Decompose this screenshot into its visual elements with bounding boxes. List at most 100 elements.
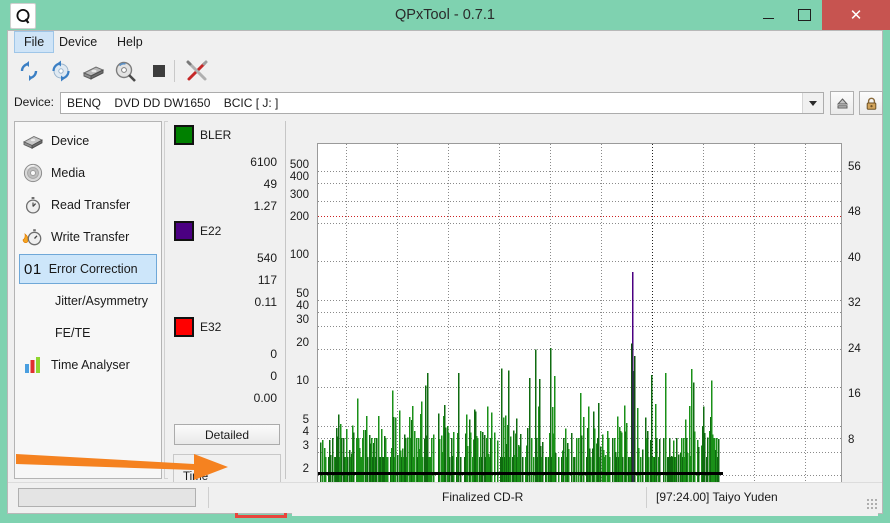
disc-scan-button[interactable] (110, 56, 140, 86)
y-tick-left-3: 3 (302, 440, 309, 452)
sidebar-item-device[interactable]: Device (19, 126, 157, 156)
error-bars-plot (320, 272, 720, 490)
legend-swatch-e22 (174, 221, 194, 241)
bler-rate-value: 1.27 (253, 199, 277, 213)
y-tick-right-48: 48 (848, 206, 861, 218)
y-tick-left-5: 5 (302, 414, 309, 426)
sidebar-item-label: Time Analyser (51, 358, 130, 372)
lock-icon (866, 97, 876, 110)
status-separator-2 (646, 487, 647, 508)
minimize-icon (762, 17, 774, 19)
client-area: File Device Help Device: BENQ DVD DD DW1… (7, 30, 883, 518)
sidebar-item-label: Jitter/Asymmetry (55, 294, 149, 308)
toolbar-separator (174, 60, 175, 82)
menu-file[interactable]: File (14, 31, 55, 53)
menu-help[interactable]: Help (108, 31, 152, 53)
device-select[interactable]: BENQ DVD DD DW1650 BCIC [ J: ] (60, 92, 824, 114)
y-tick-left-4: 4 (302, 426, 309, 438)
tools-icon (186, 60, 208, 81)
maximize-button[interactable] (786, 0, 822, 30)
stop-icon (153, 65, 165, 77)
e22-rate-value: 0.11 (254, 295, 277, 309)
sidebar-item-time-analyser[interactable]: Time Analyser (19, 350, 157, 380)
menu-device[interactable]: Device (50, 31, 106, 53)
stop-button[interactable] (144, 56, 174, 86)
detailed-button[interactable]: Detailed (174, 424, 280, 445)
device-dropdown-button[interactable] (802, 93, 823, 113)
bler-avg-value: 49 (263, 177, 277, 191)
sidebar-item-jitter-asymmetry[interactable]: Jitter/Asymmetry (19, 286, 157, 316)
y-tick-right-32: 32 (848, 297, 861, 309)
eject-icon (836, 97, 848, 109)
y-tick-left-20: 20 (296, 337, 309, 349)
y-tick-left-100: 100 (289, 249, 309, 261)
drive-icon (19, 129, 47, 153)
refresh-button[interactable] (14, 56, 44, 86)
sidebar-item-write-transfer[interactable]: Write Transfer (19, 222, 157, 252)
sidebar-item-media[interactable]: Media (19, 158, 157, 188)
y-tick-left-200: 200 (289, 211, 309, 223)
sidebar: Device Media Read Transfer Write Transfe… (14, 121, 162, 479)
sidebar-item-fe-te[interactable]: FE/TE (19, 318, 157, 348)
sidebar-item-label: Write Transfer (51, 230, 130, 244)
zero-one-icon: 01 (24, 260, 42, 278)
disc-refresh-button[interactable] (46, 56, 76, 86)
plot-canvas[interactable] (317, 143, 842, 491)
disc-refresh-icon (52, 60, 70, 82)
sidebar-item-label: FE/TE (55, 326, 91, 340)
bler-max-value: 6100 (250, 155, 277, 169)
sidebar-item-read-transfer[interactable]: Read Transfer (19, 190, 157, 220)
device-bar: Device: BENQ DVD DD DW1650 BCIC [ J: ] (8, 89, 883, 117)
y-tick-right-56: 56 (848, 161, 861, 173)
e32-rate-value: 0.00 (253, 391, 277, 405)
menu-bar: File Device Help (8, 31, 882, 54)
y-tick-left-400: 400 (289, 171, 309, 183)
drive-button[interactable] (78, 56, 108, 86)
e22-avg-value: 117 (257, 273, 277, 287)
maximize-icon (797, 9, 811, 21)
resize-grip[interactable] (866, 498, 878, 510)
y-tick-right-8: 8 (848, 434, 855, 446)
device-label: Device: (14, 95, 55, 109)
stopwatch-icon (19, 193, 47, 217)
sidebar-item-label: Error Correction (48, 262, 138, 276)
lock-button[interactable] (859, 91, 883, 115)
y-tick-right-40: 40 (848, 252, 861, 264)
disc-info-text: [97:24.00] Taiyo Yuden (656, 490, 778, 504)
blank-icon (19, 289, 47, 313)
chart-area: 500 400 300 200 100 50 40 30 20 10 5 4 3… (290, 121, 878, 516)
legend-label-bler: BLER (200, 128, 232, 142)
y-tick-left-50: 50 (296, 288, 309, 300)
flame-stopwatch-icon (19, 225, 47, 249)
progress-bar (18, 488, 196, 507)
device-value: BENQ DVD DD DW1650 BCIC [ J: ] (67, 96, 279, 110)
bar-chart-icon (19, 353, 47, 377)
tool-bar (8, 53, 882, 90)
y-tick-right-16: 16 (848, 388, 861, 400)
legend-swatch-e32 (174, 317, 194, 337)
blank-icon (19, 321, 47, 345)
disc-scan-icon (115, 61, 136, 82)
y-tick-right-24: 24 (848, 343, 861, 355)
y-tick-left-30: 30 (296, 314, 309, 326)
y-tick-left-300: 300 (289, 189, 309, 201)
sidebar-item-label: Device (51, 134, 90, 148)
average-line (318, 472, 723, 475)
minimize-button[interactable] (750, 0, 786, 30)
title-bar: QPxTool - 0.7.1 ✕ (0, 0, 890, 30)
sidebar-item-error-correction[interactable]: 01 Error Correction (19, 254, 157, 284)
drive-icon (82, 66, 105, 80)
legend-label-e22: E22 (200, 224, 222, 238)
tools-button[interactable] (182, 56, 212, 86)
close-button[interactable]: ✕ (822, 0, 890, 30)
e22-max-value: 540 (256, 251, 277, 265)
sidebar-item-label: Media (51, 166, 86, 180)
chevron-down-icon (809, 100, 817, 106)
e32-max-value: 0 (270, 347, 277, 361)
disc-icon (19, 161, 47, 185)
eject-button[interactable] (830, 91, 854, 115)
status-bar: Finalized CD-R [97:24.00] Taiyo Yuden (8, 482, 882, 513)
app-window: QPxTool - 0.7.1 ✕ File Device Help Devic… (0, 0, 890, 523)
y-tick-left-2: 2 (302, 463, 309, 475)
legend-swatch-bler (174, 125, 194, 145)
